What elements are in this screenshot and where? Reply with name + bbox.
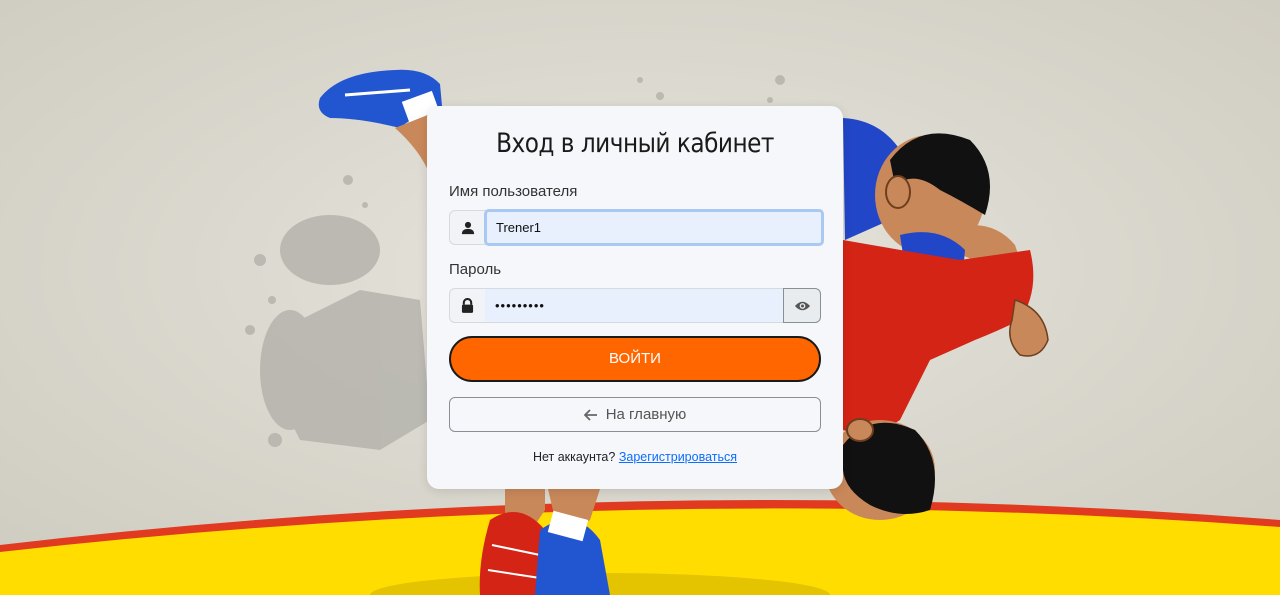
username-input-group	[449, 209, 824, 246]
register-link[interactable]: Зарегистрироваться	[619, 450, 737, 464]
home-button-label: На главную	[605, 406, 687, 423]
toggle-password-button[interactable]	[783, 288, 821, 323]
home-button[interactable]: На главную	[449, 397, 821, 432]
username-input[interactable]	[484, 209, 824, 246]
arrow-left-icon	[583, 408, 597, 421]
login-card: Вход в личный кабинет Имя пользователя П…	[427, 106, 843, 489]
username-label: Имя пользователя	[449, 183, 578, 200]
lock-icon	[450, 289, 486, 322]
page-title: Вход в личный кабинет	[496, 128, 774, 159]
password-input-group	[449, 288, 821, 323]
password-label: Пароль	[449, 261, 502, 278]
password-input[interactable]	[485, 289, 783, 322]
user-icon	[450, 211, 486, 244]
no-account-text: Нет аккаунта?	[532, 450, 616, 464]
register-prompt: Нет аккаунта? Зарегистрироваться	[427, 450, 843, 464]
login-button[interactable]: ВОЙТИ	[449, 336, 821, 382]
eye-icon	[794, 301, 810, 310]
